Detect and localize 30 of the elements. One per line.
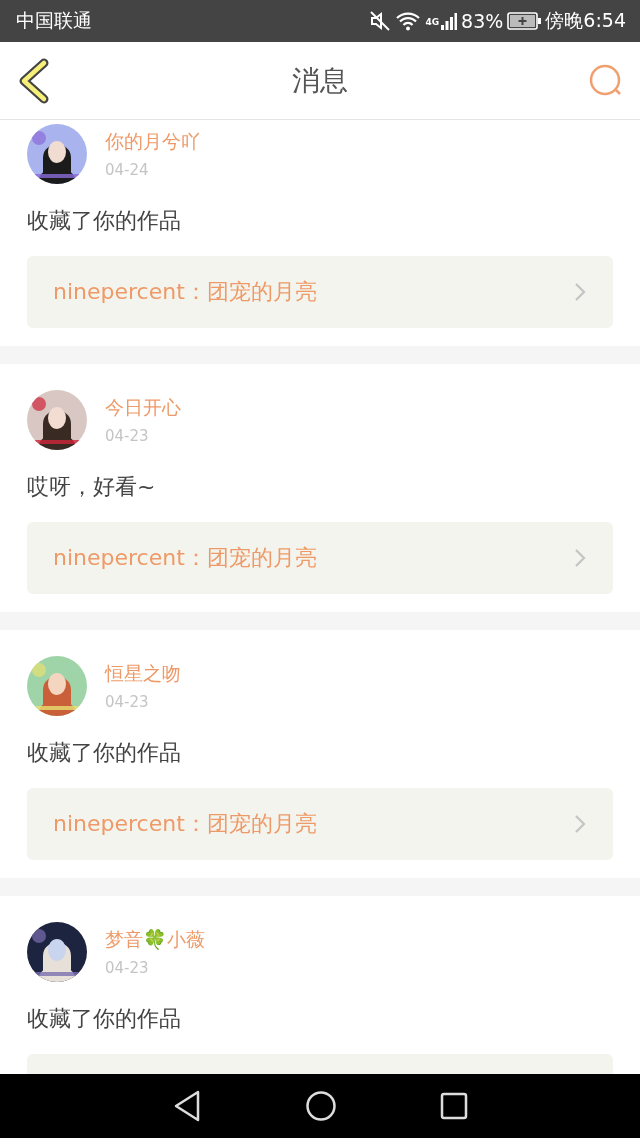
chevron-icon <box>573 547 587 569</box>
work-link[interactable]: ninepercent：团宠的月亮 <box>27 256 613 328</box>
page-title: 消息 <box>291 62 348 99</box>
signal-icon <box>441 12 458 30</box>
chevron-icon <box>573 281 587 303</box>
battery-percent: 83% <box>461 10 504 32</box>
message-text: 收藏了你的作品 <box>27 207 182 235</box>
recents-nav-icon[interactable] <box>440 1092 469 1120</box>
message-date: 04-23 <box>105 959 150 977</box>
network-type: 4G <box>425 17 440 27</box>
work-link[interactable]: ninepercent：团宠的月亮 <box>27 522 613 594</box>
user-name[interactable]: 你的月兮吖 <box>105 129 200 155</box>
message-date: 04-23 <box>105 693 150 711</box>
work-link[interactable]: ninepercent：团宠的月亮 <box>27 788 613 860</box>
carrier-name: 中国联通 <box>16 8 92 33</box>
mute-icon <box>369 10 392 32</box>
user-name[interactable]: 恒星之吻 <box>105 661 181 687</box>
user-name[interactable]: 梦音🍀小薇 <box>105 927 205 953</box>
message-date: 04-24 <box>105 161 150 179</box>
clock: 傍晚6:54 <box>545 8 626 33</box>
chevron-icon <box>573 813 587 835</box>
message-text: 收藏了你的作品 <box>27 739 182 767</box>
wifi-icon <box>395 11 422 31</box>
battery-icon <box>507 12 542 30</box>
back-icon[interactable] <box>17 57 51 104</box>
user-name[interactable]: 今日开心 <box>105 395 181 421</box>
home-nav-icon[interactable] <box>305 1090 337 1122</box>
message-text: 收藏了你的作品 <box>27 1005 182 1033</box>
message-date: 04-23 <box>105 427 150 445</box>
message-text: 哎呀，好看~ <box>27 473 157 501</box>
